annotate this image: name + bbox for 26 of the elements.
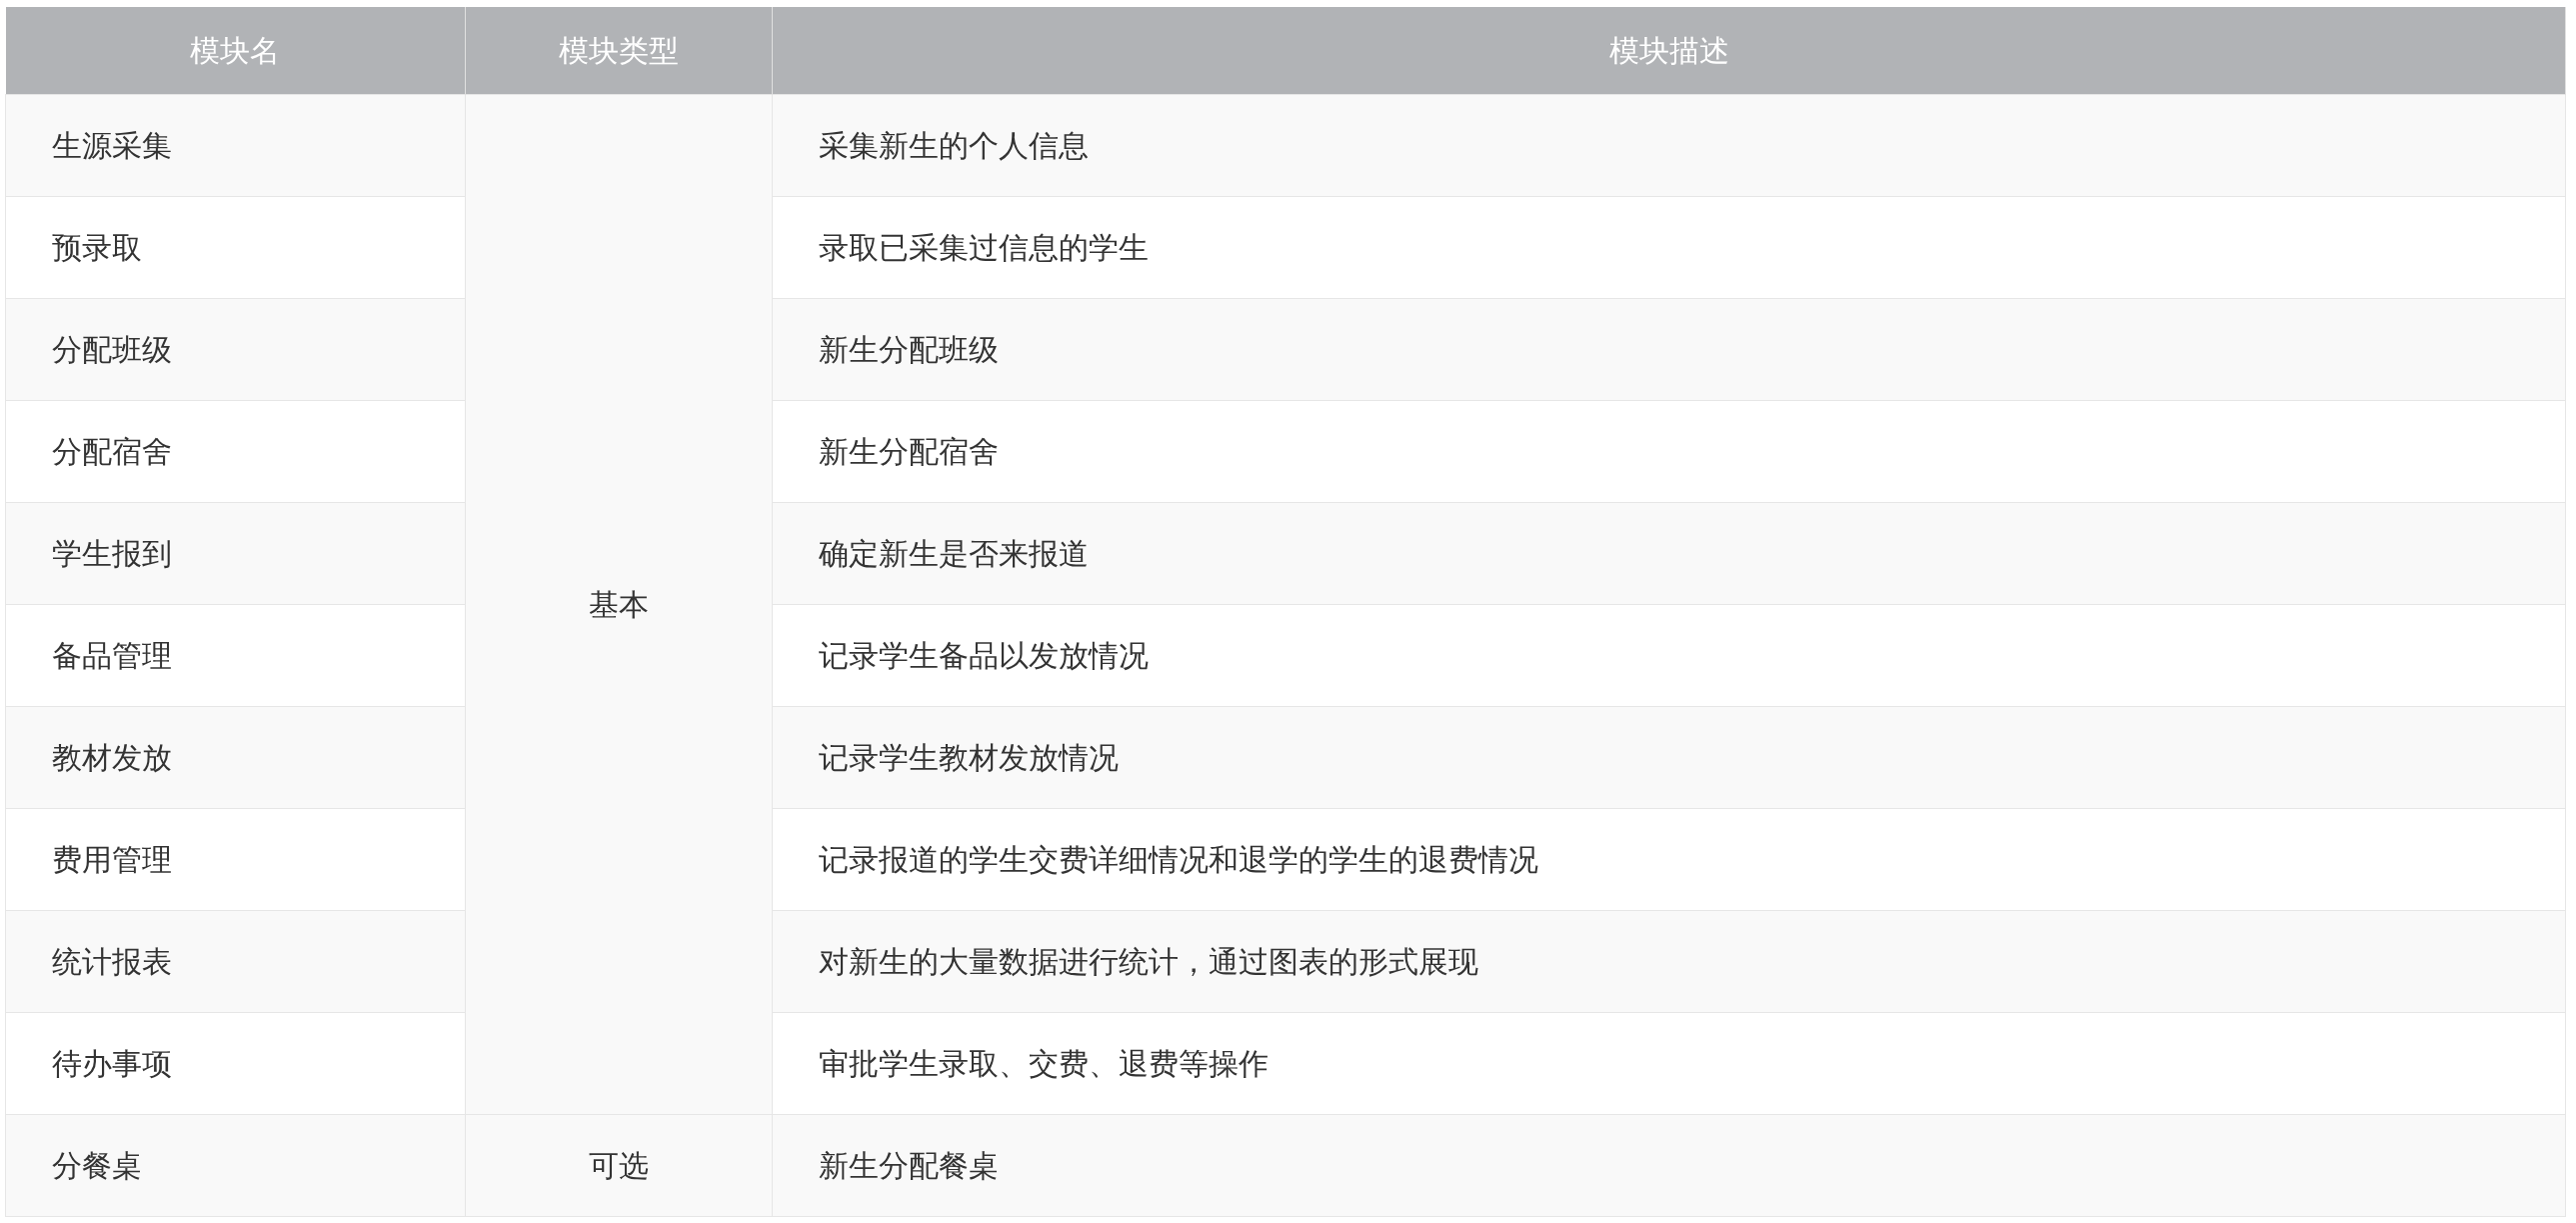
module-name-cell: 教材发放 [5,706,466,808]
column-header: 模块名 [5,7,466,94]
module-name-cell: 待办事项 [5,1012,466,1114]
module-description-cell: 对新生的大量数据进行统计，通过图表的形式展现 [772,910,2566,1012]
module-description-cell: 审批学生录取、交费、退费等操作 [772,1012,2566,1114]
module-description-cell: 记录学生教材发放情况 [772,706,2566,808]
module-description-cell: 记录报道的学生交费详细情况和退学的学生的退费情况 [772,808,2566,910]
column-header: 模块描述 [772,7,2566,94]
module-description-cell: 录取已采集过信息的学生 [772,196,2566,298]
module-description-cell: 确定新生是否来报道 [772,502,2566,604]
module-name-cell: 生源采集 [5,94,466,196]
module-name-cell: 备品管理 [5,604,466,706]
module-name-cell: 费用管理 [5,808,466,910]
module-name-cell: 学生报到 [5,502,466,604]
module-type-cell: 基本 [465,94,773,1114]
module-description-cell: 新生分配宿舍 [772,400,2566,502]
module-name-cell: 分配宿舍 [5,400,466,502]
module-name-cell: 分餐桌 [5,1114,466,1216]
module-description-cell: 采集新生的个人信息 [772,94,2566,196]
module-name-cell: 统计报表 [5,910,466,1012]
module-name-cell: 预录取 [5,196,466,298]
module-description-cell: 新生分配餐桌 [772,1114,2566,1216]
module-name-cell: 分配班级 [5,298,466,400]
module-type-cell: 可选 [465,1114,773,1216]
module-description-cell: 新生分配班级 [772,298,2566,400]
module-description-cell: 记录学生备品以发放情况 [772,604,2566,706]
